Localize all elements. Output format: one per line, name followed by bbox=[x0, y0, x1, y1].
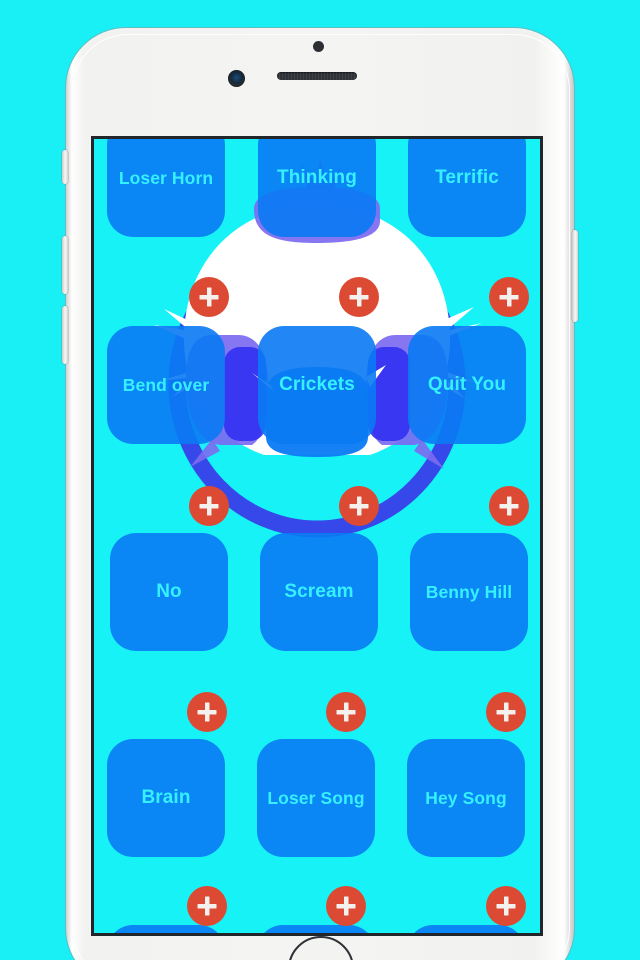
add-sound-button-8[interactable] bbox=[326, 692, 366, 732]
proximity-sensor-dot bbox=[313, 41, 324, 52]
plus-icon bbox=[496, 702, 516, 722]
plus-icon bbox=[197, 896, 217, 916]
plus-icon bbox=[199, 287, 219, 307]
plus-icon bbox=[496, 896, 516, 916]
screenshot-stage: Loser Horn Thinking Terrific Bend over C… bbox=[0, 0, 640, 960]
plus-icon bbox=[499, 496, 519, 516]
front-camera-icon bbox=[228, 70, 245, 87]
phone-screen: Loser Horn Thinking Terrific Bend over C… bbox=[91, 136, 543, 936]
add-buttons-layer bbox=[94, 139, 540, 933]
add-sound-button-12[interactable] bbox=[486, 886, 526, 926]
add-sound-button-1[interactable] bbox=[189, 277, 229, 317]
plus-icon bbox=[199, 496, 219, 516]
add-sound-button-7[interactable] bbox=[187, 692, 227, 732]
add-sound-button-10[interactable] bbox=[187, 886, 227, 926]
plus-icon bbox=[336, 702, 356, 722]
plus-icon bbox=[336, 896, 356, 916]
plus-icon bbox=[499, 287, 519, 307]
add-sound-button-5[interactable] bbox=[339, 486, 379, 526]
plus-icon bbox=[349, 496, 369, 516]
silent-switch[interactable] bbox=[62, 150, 68, 184]
plus-icon bbox=[349, 287, 369, 307]
add-sound-button-3[interactable] bbox=[489, 277, 529, 317]
add-sound-button-11[interactable] bbox=[326, 886, 366, 926]
add-sound-button-4[interactable] bbox=[189, 486, 229, 526]
volume-up-button[interactable] bbox=[62, 236, 68, 294]
plus-icon bbox=[197, 702, 217, 722]
add-sound-button-6[interactable] bbox=[489, 486, 529, 526]
volume-down-button[interactable] bbox=[62, 306, 68, 364]
power-button[interactable] bbox=[572, 230, 578, 322]
add-sound-button-2[interactable] bbox=[339, 277, 379, 317]
add-sound-button-9[interactable] bbox=[486, 692, 526, 732]
earpiece-speaker-grille bbox=[277, 72, 357, 80]
